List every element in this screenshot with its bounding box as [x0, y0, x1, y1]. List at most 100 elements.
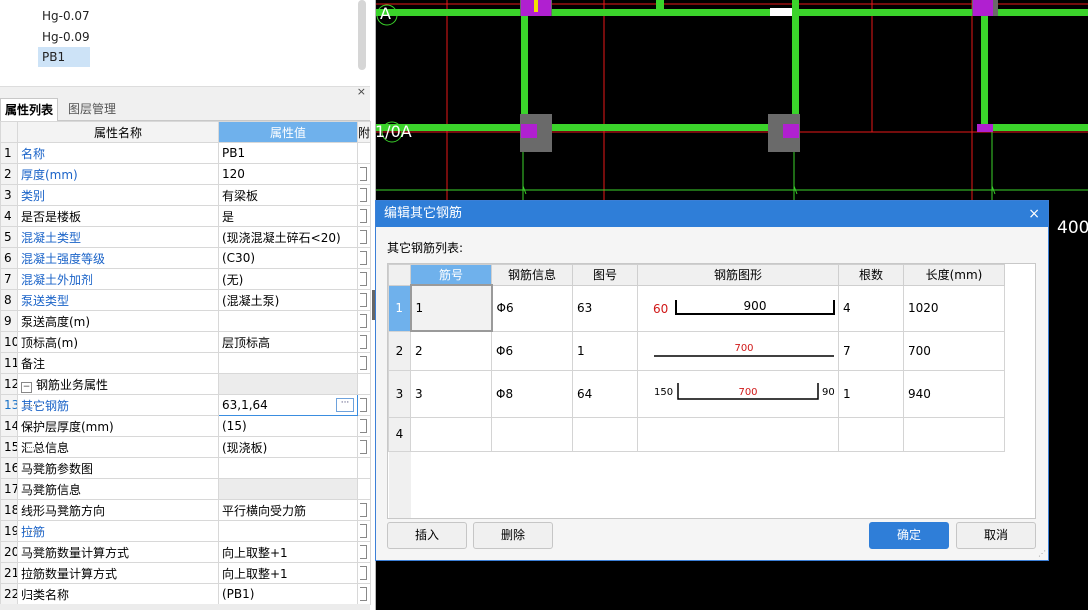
- shape-cell[interactable]: 150 700 90: [637, 369, 839, 418]
- checkbox-icon[interactable]: [360, 545, 367, 560]
- editor-text[interactable]: 63,1,64: [222, 398, 268, 412]
- close-icon[interactable]: ×: [357, 85, 366, 98]
- property-value[interactable]: 是: [218, 205, 358, 227]
- shape-cell[interactable]: [637, 416, 839, 452]
- property-value[interactable]: 向上取整+1: [218, 541, 358, 563]
- table-row[interactable]: 3 3 Φ8 64 150 700 90 1 940: [388, 369, 1005, 418]
- shape-cell[interactable]: 700: [637, 330, 839, 371]
- table-row[interactable]: 4: [388, 416, 1005, 452]
- property-value[interactable]: [218, 520, 358, 542]
- property-value[interactable]: (15): [218, 415, 358, 437]
- count-cell[interactable]: 1: [838, 369, 904, 418]
- property-group[interactable]: − 钢筋业务属性: [17, 373, 219, 395]
- count-cell[interactable]: 7: [838, 330, 904, 371]
- bar-no-cell[interactable]: 3: [410, 369, 492, 418]
- property-value[interactable]: 层顶标高: [218, 331, 358, 353]
- info-cell[interactable]: Φ6: [491, 330, 573, 371]
- property-value[interactable]: [218, 352, 358, 374]
- close-icon[interactable]: ×: [1028, 201, 1040, 227]
- property-value[interactable]: 有梁板: [218, 184, 358, 206]
- count-cell[interactable]: [838, 416, 904, 452]
- property-value[interactable]: [218, 457, 358, 479]
- tab-property-list[interactable]: 属性列表: [0, 98, 59, 121]
- table-row: 3 类别 有梁板: [0, 184, 371, 206]
- table-row[interactable]: 2 2 Φ6 1 700 7 700: [388, 330, 1005, 371]
- fig-cell[interactable]: 63: [572, 284, 638, 332]
- info-cell[interactable]: Φ6: [491, 284, 573, 332]
- property-value[interactable]: (无): [218, 268, 358, 290]
- extra-cell: [357, 205, 371, 227]
- checkbox-icon[interactable]: [360, 209, 367, 224]
- checkbox-icon[interactable]: [360, 188, 367, 203]
- collapse-icon[interactable]: −: [21, 381, 32, 393]
- property-value[interactable]: (PB1): [218, 583, 358, 605]
- table-row: 11备注: [0, 352, 371, 374]
- property-value[interactable]: 120: [218, 163, 358, 185]
- ok-button[interactable]: 确定: [869, 522, 949, 549]
- row-number: 7: [0, 268, 18, 290]
- row-number[interactable]: 3: [388, 369, 411, 418]
- info-cell[interactable]: Φ8: [491, 369, 573, 418]
- checkbox-icon[interactable]: [360, 503, 367, 518]
- property-value[interactable]: [218, 310, 358, 332]
- checkbox-icon[interactable]: [360, 440, 367, 455]
- checkbox-icon[interactable]: [360, 335, 367, 350]
- delete-button[interactable]: 删除: [473, 522, 553, 549]
- cancel-button[interactable]: 取消: [956, 522, 1036, 549]
- property-value[interactable]: PB1: [218, 142, 358, 164]
- property-value-editor[interactable]: 63,1,64 ···: [218, 394, 358, 416]
- property-value[interactable]: (现浇板): [218, 436, 358, 458]
- checkbox-icon[interactable]: [360, 566, 367, 581]
- tree-item[interactable]: Hg-0.07: [38, 6, 94, 26]
- fig-cell[interactable]: [572, 416, 638, 452]
- table-row: 5 混凝土类型 (现浇混凝土碎石<20): [0, 226, 371, 248]
- count-cell[interactable]: 4: [838, 284, 904, 332]
- extra-cell: [357, 583, 371, 605]
- property-value[interactable]: (混凝土泵): [218, 289, 358, 311]
- tree-item[interactable]: Hg-0.09: [38, 27, 94, 47]
- fig-cell[interactable]: 64: [572, 369, 638, 418]
- shape-cell[interactable]: 60 900: [637, 284, 839, 332]
- row-number[interactable]: 1: [388, 284, 411, 332]
- tab-layer-management[interactable]: 图层管理: [64, 98, 120, 120]
- column-header-shape: 钢筋图形: [637, 264, 839, 286]
- bar-no-cell[interactable]: 1: [409, 284, 493, 332]
- checkbox-icon[interactable]: [360, 419, 367, 434]
- bar-no-cell[interactable]: [410, 416, 492, 452]
- insert-button[interactable]: 插入: [387, 522, 467, 549]
- resize-grip-icon[interactable]: ⋰: [1038, 549, 1046, 558]
- checkbox-icon[interactable]: [360, 398, 367, 413]
- property-value[interactable]: [218, 478, 358, 500]
- row-number[interactable]: 2: [388, 330, 411, 371]
- checkbox-icon[interactable]: [360, 251, 367, 266]
- length-cell[interactable]: [903, 416, 1005, 452]
- length-cell[interactable]: 700: [903, 330, 1005, 371]
- checkbox-icon[interactable]: [360, 293, 367, 308]
- length-cell[interactable]: 940: [903, 369, 1005, 418]
- shape-main-dim: 700: [734, 343, 753, 354]
- checkbox-icon[interactable]: [360, 314, 367, 329]
- checkbox-icon[interactable]: [360, 167, 367, 182]
- property-value[interactable]: 平行横向受力筋: [218, 499, 358, 521]
- property-value[interactable]: (C30): [218, 247, 358, 269]
- length-cell[interactable]: 1020: [903, 284, 1005, 332]
- fig-cell[interactable]: 1: [572, 330, 638, 371]
- table-row[interactable]: 1 1 Φ6 63 60 900 4 1020: [388, 284, 1005, 332]
- property-value[interactable]: 向上取整+1: [218, 562, 358, 584]
- ellipsis-button[interactable]: ···: [336, 398, 354, 412]
- info-cell[interactable]: [491, 416, 573, 452]
- tree-item-selected[interactable]: PB1: [38, 47, 90, 67]
- table-row: 4 是否是楼板是: [0, 205, 371, 227]
- row-number[interactable]: 4: [388, 416, 411, 452]
- row-number: 6: [0, 247, 18, 269]
- checkbox-icon[interactable]: [360, 356, 367, 371]
- checkbox-icon[interactable]: [360, 587, 367, 602]
- tree-scrollbar[interactable]: [358, 0, 366, 70]
- property-value[interactable]: (现浇混凝土碎石<20): [218, 226, 358, 248]
- bar-no-cell[interactable]: 2: [410, 330, 492, 371]
- checkbox-icon[interactable]: [360, 230, 367, 245]
- checkbox-icon[interactable]: [360, 272, 367, 287]
- extra-cell: [357, 562, 371, 584]
- rebar-shape-1: 700: [654, 343, 834, 357]
- checkbox-icon[interactable]: [360, 524, 367, 539]
